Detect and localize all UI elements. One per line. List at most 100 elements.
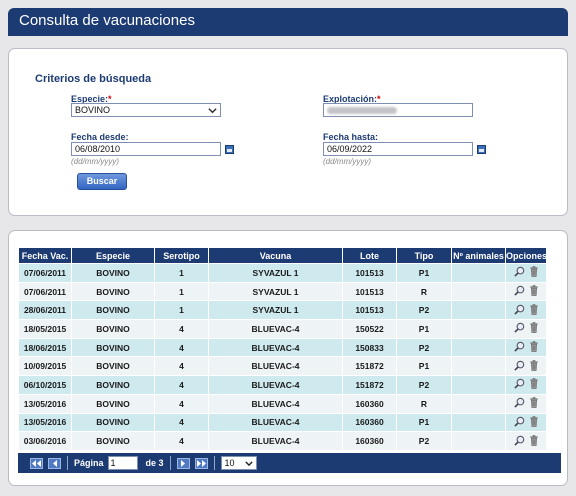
trash-icon[interactable]: [529, 416, 539, 427]
table-cell: 03/06/2016: [18, 431, 72, 451]
table-row: 13/05/2016 BOVINO 4 BLUEVAC-4 160360 R: [18, 393, 547, 414]
table-cell: 101513: [342, 263, 397, 283]
table-cell: 151872: [342, 375, 397, 395]
column-header: Opciones: [505, 247, 547, 264]
vaccinations-table: Fecha Vac. Especie Serotipo Vacuna Lote …: [18, 247, 547, 451]
page-size-select[interactable]: 10: [220, 456, 257, 470]
table-row: 18/05/2015 BOVINO 4 BLUEVAC-4 150522 P1: [18, 319, 547, 339]
table-cell: P2: [396, 431, 452, 451]
table-cell: 101513: [342, 281, 397, 302]
table-cell: [451, 319, 506, 339]
magnifier-icon[interactable]: [513, 304, 525, 315]
especie-value: BOVINO: [75, 105, 111, 115]
magnifier-icon[interactable]: [513, 322, 525, 334]
table-cell: 160360: [342, 431, 397, 451]
table-cell: 160360: [342, 393, 397, 414]
table-cell: P1: [396, 319, 452, 339]
table-cell: BOVINO: [71, 431, 155, 451]
first-page-button[interactable]: [30, 457, 43, 469]
trash-icon[interactable]: [529, 322, 539, 334]
pagination-bar: Página de 3 10: [18, 453, 561, 473]
table-cell: 4: [154, 319, 209, 339]
buscar-button[interactable]: Buscar: [77, 173, 127, 190]
table-cell: 07/06/2011: [18, 281, 72, 302]
options-cell: [505, 281, 547, 302]
table-cell: 1: [154, 263, 209, 283]
table-cell: 07/06/2011: [18, 263, 72, 283]
table-cell: BOVINO: [71, 337, 155, 358]
calendar-icon[interactable]: [477, 145, 486, 154]
options-cell: [505, 356, 547, 377]
table-cell: BOVINO: [71, 356, 155, 377]
options-cell: [505, 431, 547, 451]
magnifier-icon[interactable]: [513, 341, 525, 352]
table-cell: P2: [396, 337, 452, 358]
fecha-desde-label: Fecha desde:: [71, 132, 129, 142]
table-cell: 10/09/2015: [18, 356, 72, 377]
page-label: Página: [74, 458, 104, 468]
options-cell: [505, 300, 547, 321]
trash-icon[interactable]: [529, 434, 539, 446]
explotacion-input[interactable]: [323, 103, 473, 117]
fecha-hasta-label: Fecha hasta:: [323, 132, 379, 142]
next-page-button[interactable]: [176, 457, 190, 469]
table-cell: BLUEVAC-4: [208, 431, 343, 451]
magnifier-icon[interactable]: [513, 266, 525, 278]
table-cell: 28/06/2011: [18, 300, 72, 321]
trash-icon[interactable]: [529, 285, 539, 296]
table-cell: 13/05/2016: [18, 393, 72, 414]
pager-divider: [213, 456, 215, 470]
magnifier-icon[interactable]: [513, 378, 525, 390]
magnifier-icon[interactable]: [513, 435, 525, 446]
table-cell: 150833: [342, 337, 397, 358]
table-cell: [451, 356, 506, 377]
table-cell: 13/05/2016: [18, 412, 72, 433]
table-cell: R: [396, 393, 452, 414]
table-cell: BOVINO: [71, 375, 155, 395]
last-page-button[interactable]: [194, 457, 208, 469]
table-cell: P2: [396, 375, 452, 395]
results-panel: Fecha Vac. Especie Serotipo Vacuna Lote …: [8, 230, 568, 486]
column-header[interactable]: Tipo: [396, 247, 452, 264]
table-cell: 4: [154, 412, 209, 433]
magnifier-icon[interactable]: [513, 416, 525, 427]
fecha-desde-input[interactable]: 06/08/2010: [71, 142, 221, 156]
magnifier-icon[interactable]: [513, 285, 525, 296]
table-cell: 160360: [342, 412, 397, 433]
table-cell: 18/05/2015: [18, 319, 72, 339]
trash-icon[interactable]: [529, 341, 539, 352]
table-row: 06/10/2015 BOVINO 4 BLUEVAC-4 151872 P2: [18, 375, 547, 395]
table-cell: BOVINO: [71, 393, 155, 414]
trash-icon[interactable]: [529, 378, 539, 390]
column-header[interactable]: Especie: [71, 247, 155, 264]
previous-page-button[interactable]: [48, 457, 61, 469]
page-number-input[interactable]: [107, 456, 138, 470]
column-header[interactable]: Lote: [342, 247, 397, 264]
especie-select[interactable]: BOVINO: [71, 103, 221, 117]
table-cell: BLUEVAC-4: [208, 319, 343, 339]
table-cell: 4: [154, 431, 209, 451]
column-header[interactable]: Serotipo: [154, 247, 209, 264]
column-header[interactable]: Vacuna: [208, 247, 343, 264]
column-header[interactable]: Fecha Vac.: [18, 247, 72, 264]
options-cell: [505, 393, 547, 414]
trash-icon[interactable]: [529, 397, 539, 408]
table-body: 07/06/2011 BOVINO 1 SYVAZUL 1 101513 P1 07/06/…: [18, 263, 547, 451]
trash-icon[interactable]: [529, 266, 539, 278]
table-row: 07/06/2011 BOVINO 1 SYVAZUL 1 101513 P1: [18, 263, 547, 283]
table-cell: 1: [154, 281, 209, 302]
table-cell: BLUEVAC-4: [208, 375, 343, 395]
magnifier-icon[interactable]: [513, 360, 525, 371]
table-cell: BOVINO: [71, 281, 155, 302]
calendar-icon[interactable]: [225, 145, 234, 154]
table-cell: 151872: [342, 356, 397, 377]
table-row: 03/06/2016 BOVINO 4 BLUEVAC-4 160360 P2: [18, 431, 547, 451]
redacted-value: [327, 107, 397, 114]
fecha-hasta-input[interactable]: 06/09/2022: [323, 142, 473, 156]
trash-icon[interactable]: [529, 303, 539, 315]
column-header[interactable]: Nº animales: [451, 247, 506, 264]
options-cell: [505, 263, 547, 283]
trash-icon[interactable]: [529, 359, 539, 371]
options-cell: [505, 337, 547, 358]
magnifier-icon[interactable]: [513, 397, 525, 408]
